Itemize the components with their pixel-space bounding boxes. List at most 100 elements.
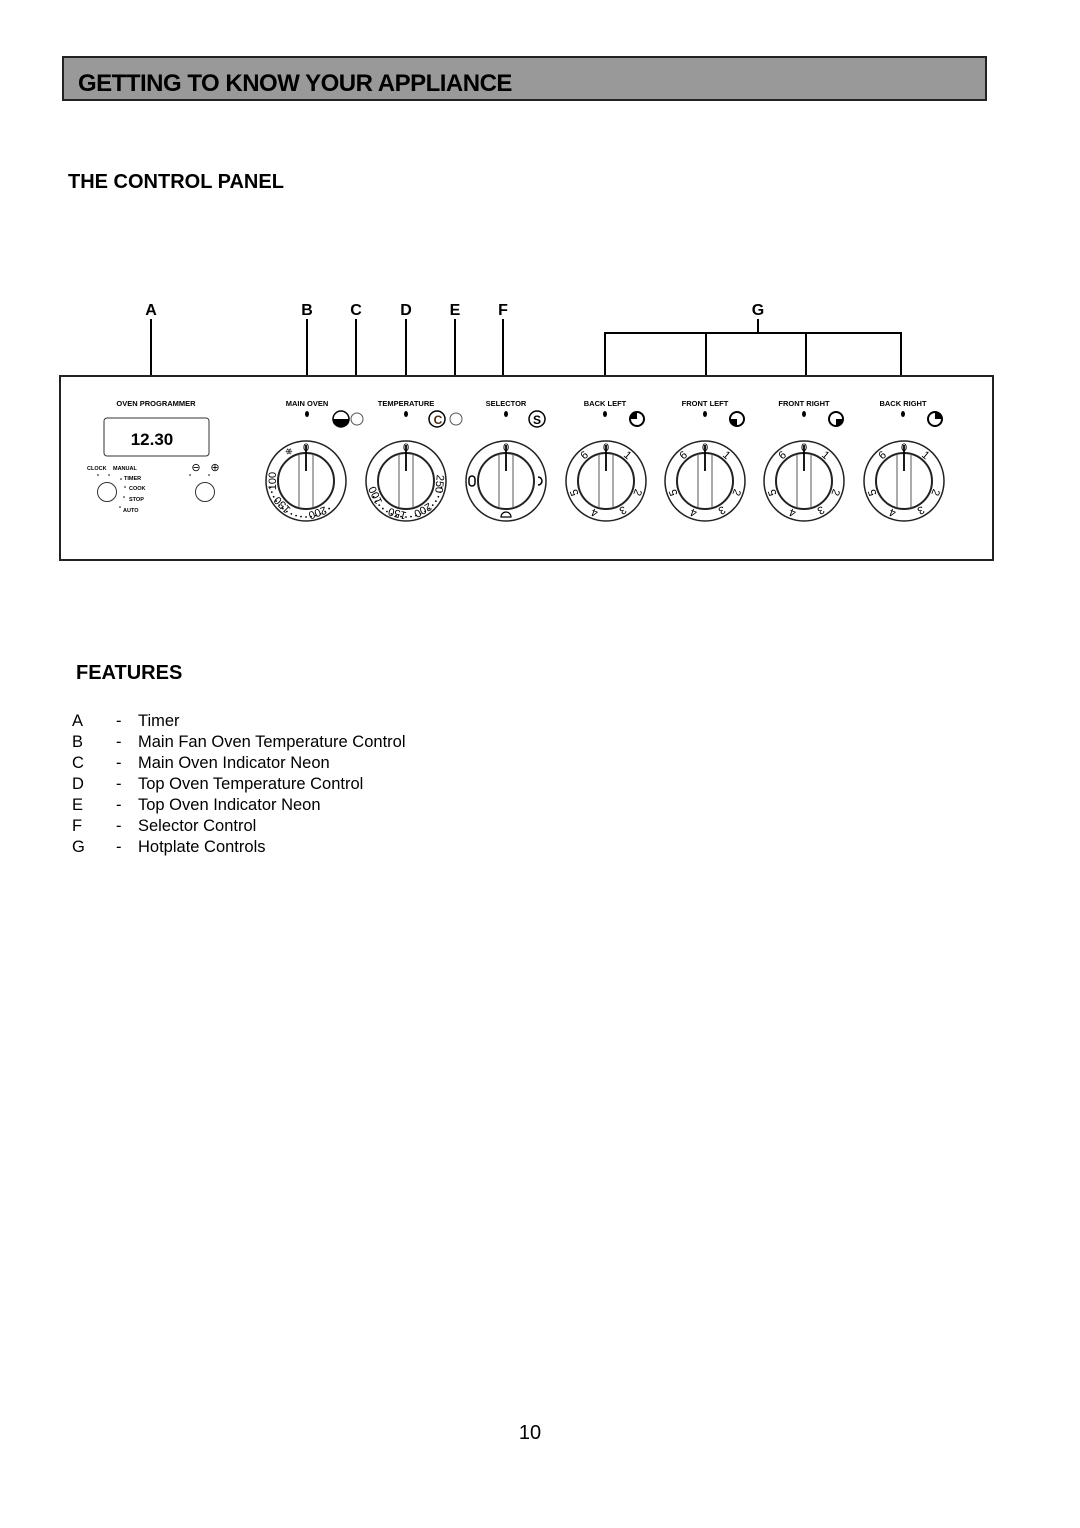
- knob-scale-label: 0: [303, 442, 309, 454]
- scale-dot: [437, 495, 440, 498]
- front-left-knob[interactable]: 0123456: [664, 440, 746, 522]
- scale-dot: [434, 500, 437, 503]
- scale-dot: [315, 514, 317, 517]
- scale-dot: [310, 515, 312, 518]
- scale-dot: [405, 516, 407, 518]
- scale-dot: [372, 495, 375, 498]
- feature-item: G - Hotplate Controls: [72, 837, 406, 858]
- programmer-left-knob[interactable]: [97, 482, 117, 502]
- front-right-label: FRONT RIGHT: [778, 399, 830, 408]
- front-right-knob[interactable]: 0123456: [763, 440, 845, 522]
- callout-b: B: [301, 302, 313, 319]
- knob-scale-label: 250: [432, 474, 446, 493]
- label-stop: STOP: [129, 497, 144, 503]
- scale-dot: [324, 510, 326, 513]
- scale-dot: [269, 486, 272, 489]
- control-panel-diagram: A B C D E F G OVEN PROGRAMMER 12.30 CLOC…: [0, 0, 1080, 600]
- features-list: A - Timer B - Main Fan Oven Temperature Cont…: [72, 711, 406, 858]
- scale-dot: [410, 515, 412, 518]
- scale-dot: [440, 486, 443, 489]
- knob-scale-label: 0: [901, 442, 907, 454]
- page-number: 10: [518, 1422, 542, 1444]
- feature-dash: -: [116, 754, 122, 772]
- callout-c: C: [350, 302, 362, 319]
- scale-dot: [375, 500, 378, 503]
- scale-dot: [424, 510, 426, 513]
- scale-dot: [328, 507, 331, 510]
- feature-text: Hotplate Controls: [138, 838, 266, 856]
- label-clock: CLOCK: [87, 466, 107, 472]
- callout-d: D: [400, 302, 412, 319]
- callout-a: A: [145, 302, 157, 319]
- feature-item: E - Top Oven Indicator Neon: [72, 795, 406, 816]
- top-oven-neon: [449, 412, 463, 426]
- scale-dot: [386, 510, 388, 513]
- feature-letter: B: [72, 733, 84, 751]
- label-auto: AUTO: [123, 508, 139, 514]
- features-title: FEATURES: [76, 662, 183, 684]
- back-right-knob[interactable]: 0123456: [863, 440, 945, 522]
- celsius-icon: C: [428, 410, 446, 428]
- programmer-right-knob[interactable]: [195, 482, 215, 502]
- selector-icon: S: [528, 410, 546, 428]
- knob-scale-label: 0: [801, 442, 807, 454]
- temperature-knob[interactable]: 0100150 200250: [365, 440, 447, 522]
- scale-dot: [381, 507, 384, 510]
- programmer-display-time: 12.30: [131, 430, 174, 449]
- scale-dot: [300, 515, 302, 518]
- front-left-hotplate-icon: [729, 411, 745, 427]
- front-left-label: FRONT LEFT: [682, 399, 729, 408]
- scale-dot: [390, 512, 393, 515]
- selector-mode-icon: [468, 475, 476, 487]
- feature-text: Selector Control: [138, 817, 257, 835]
- main-oven-knob[interactable]: 0100150 200❄: [265, 440, 347, 522]
- feature-text: Top Oven Indicator Neon: [138, 796, 321, 814]
- label-timer: TIMER: [124, 476, 141, 482]
- feature-text: Timer: [138, 712, 180, 730]
- feature-dash: -: [116, 817, 122, 835]
- feature-letter: A: [72, 712, 84, 730]
- selector-label: SELECTOR: [486, 399, 527, 408]
- scale-dot: [319, 512, 322, 515]
- feature-text: Top Oven Temperature Control: [138, 775, 364, 793]
- feature-item: B - Main Fan Oven Temperature Control: [72, 732, 406, 753]
- knob-scale-label: 0: [603, 442, 609, 454]
- front-right-hotplate-icon: [828, 411, 844, 427]
- selector-knob[interactable]: 0: [465, 440, 547, 522]
- feature-letter: D: [72, 775, 84, 793]
- label-cook: COOK: [129, 486, 146, 492]
- feature-dash: -: [116, 712, 122, 730]
- svg-text:S: S: [533, 413, 541, 427]
- feature-letter: C: [72, 754, 84, 772]
- main-oven-icon: [332, 410, 350, 428]
- label-manual: MANUAL: [113, 466, 137, 472]
- callout-g: G: [752, 302, 764, 319]
- back-right-label: BACK RIGHT: [879, 399, 926, 408]
- scale-dot: [439, 491, 442, 494]
- feature-dash: -: [116, 838, 122, 856]
- feature-letter: E: [72, 796, 84, 814]
- oven-programmer-label: OVEN PROGRAMMER: [116, 399, 196, 408]
- svg-text:C: C: [434, 413, 443, 427]
- back-left-knob[interactable]: 0123456: [565, 440, 647, 522]
- scale-dot: [295, 514, 297, 517]
- scale-dot: [281, 507, 284, 510]
- scale-dot: [290, 512, 293, 515]
- feature-item: C - Main Oven Indicator Neon: [72, 753, 406, 774]
- callout-f: F: [498, 302, 508, 319]
- feature-text: Main Oven Indicator Neon: [138, 754, 330, 772]
- scale-dot: [415, 514, 417, 517]
- knob-scale-label: 0: [503, 442, 509, 454]
- feature-text: Main Fan Oven Temperature Control: [138, 733, 406, 751]
- scale-dot: [275, 500, 278, 503]
- scale-dot: [428, 507, 431, 510]
- knob-scale-label: 0: [702, 442, 708, 454]
- scale-dot: [278, 504, 281, 506]
- feature-item: F - Selector Control: [72, 816, 406, 837]
- feature-item: D - Top Oven Temperature Control: [72, 774, 406, 795]
- scale-dot: [431, 504, 434, 506]
- back-left-hotplate-icon: [629, 411, 645, 427]
- scale-dot: [378, 504, 381, 506]
- temperature-label: TEMPERATURE: [378, 399, 435, 408]
- plus-icon: ⊕: [210, 462, 219, 474]
